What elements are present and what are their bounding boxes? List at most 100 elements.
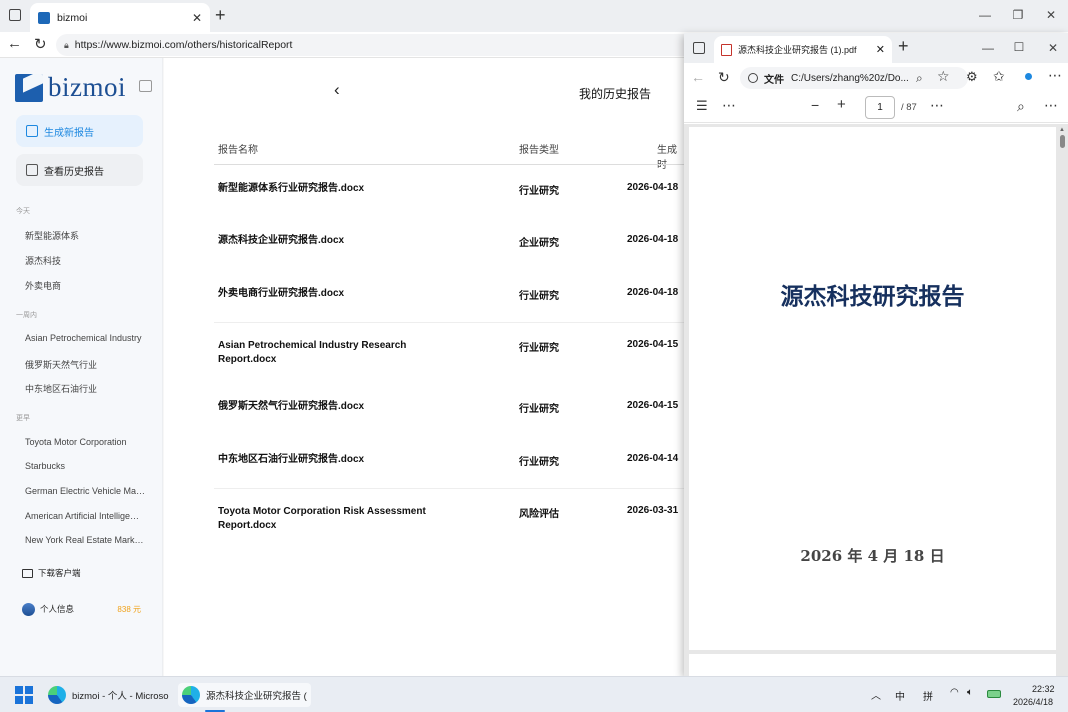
url-field[interactable]: 🔒︎ https://www.bizmoi.com/others/histori…	[56, 34, 696, 56]
history-item[interactable]: German Electric Vehicle Ma…	[25, 486, 147, 496]
report-name[interactable]: 俄罗斯天然气行业研究报告.docx	[218, 400, 458, 414]
close-tab-icon[interactable]: ✕	[192, 11, 202, 25]
zoom-in-icon[interactable]: +	[837, 96, 846, 113]
report-type: 行业研究	[519, 291, 559, 302]
report-name[interactable]: Toyota Motor Corporation Risk Assessment…	[218, 505, 443, 533]
table-row[interactable]: 俄罗斯天然气行业研究报告.docx 行业研究 2026-04-15	[214, 394, 684, 434]
bizmoi-logo[interactable]: bizmoi	[15, 72, 126, 103]
start-icon[interactable]	[15, 686, 33, 704]
ime-mode[interactable]: 中	[895, 688, 905, 703]
search-icon[interactable]: ⌕	[1017, 98, 1025, 115]
table-row[interactable]: 外卖电商行业研究报告.docx 行业研究 2026-04-18	[214, 281, 684, 321]
history-item[interactable]: Asian Petrochemical Industry	[25, 333, 147, 343]
column-header-type: 报告类型	[519, 145, 559, 156]
back-arrow-icon[interactable]: ←	[7, 35, 22, 52]
workspaces-icon[interactable]	[693, 42, 705, 54]
pdf-file-icon	[721, 43, 732, 56]
zoom-icon[interactable]: ⌕	[916, 71, 923, 86]
copilot-icon[interactable]	[1025, 73, 1032, 80]
report-date: 2026-04-18	[627, 234, 679, 245]
show-hidden-icons-icon[interactable]: ︿	[871, 687, 881, 702]
favorite-star-icon[interactable]: ☆	[937, 68, 950, 85]
pdf-url-field[interactable]: 文件 C:/Users/zhang%20z/Do...	[740, 67, 968, 89]
wifi-icon[interactable]: ◠	[950, 687, 959, 698]
close-window-icon[interactable]: ✕	[1038, 41, 1068, 55]
settings-more-icon[interactable]: ⋯	[1044, 97, 1058, 114]
history-item[interactable]: 源杰科技	[25, 254, 147, 267]
monitor-icon	[22, 568, 33, 578]
scroll-thumb[interactable]	[1059, 135, 1065, 148]
profile-button[interactable]: 个人信息 838 元	[16, 594, 147, 624]
table-row[interactable]: 源杰科技企业研究报告.docx 企业研究 2026-04-18	[214, 228, 684, 268]
minimize-icon[interactable]: —	[973, 41, 1003, 55]
report-type: 行业研究	[519, 343, 559, 354]
contents-list-icon[interactable]: ☰	[696, 98, 708, 114]
maximize-icon[interactable]: ☐	[1004, 40, 1034, 54]
ime-pinyin[interactable]: 拼	[923, 688, 933, 703]
close-window-icon[interactable]: ✕	[1036, 8, 1066, 22]
report-name[interactable]: 外卖电商行业研究报告.docx	[218, 287, 458, 301]
workspaces-icon[interactable]	[9, 9, 21, 21]
sidebar: bizmoi 生成新报告 查看历史报告 今天 新型能源体系 源杰科技 外卖电商 …	[0, 58, 163, 676]
history-item[interactable]: 外卖电商	[25, 279, 147, 292]
zoom-out-icon[interactable]: −	[811, 97, 819, 113]
profile-label: 个人信息	[40, 604, 75, 614]
history-report-button[interactable]: 查看历史报告	[16, 154, 143, 186]
report-type: 风险评估	[519, 509, 559, 520]
history-item[interactable]: 中东地区石油行业	[25, 382, 147, 395]
report-name[interactable]: Asian Petrochemical Industry Research Re…	[218, 339, 433, 367]
volume-icon[interactable]: 🔈︎	[967, 687, 973, 698]
table-row[interactable]: 中东地区石油行业研究报告.docx 行业研究 2026-04-14	[214, 447, 684, 487]
new-tab-icon[interactable]: +	[215, 5, 226, 26]
back-chevron-icon[interactable]: ‹	[334, 80, 340, 100]
refresh-icon[interactable]: ↻	[34, 35, 47, 53]
table-row[interactable]: 新型能源体系行业研究报告.docx 行业研究 2026-04-18	[214, 176, 684, 216]
new-tab-icon[interactable]: +	[898, 36, 909, 57]
taskbar-app-bizmoi[interactable]: bizmoi - 个人 - Microso	[48, 683, 169, 707]
history-item[interactable]: American Artificial Intellige…	[25, 511, 147, 521]
page-options-icon[interactable]: ⋯	[930, 97, 944, 114]
section-label-week: 一周内	[16, 312, 37, 319]
document-date: 2026 年 4 月 18 日	[800, 547, 945, 565]
minimize-icon[interactable]: —	[970, 8, 1000, 22]
restore-icon[interactable]: ❐	[1003, 8, 1033, 22]
battery-icon[interactable]	[987, 690, 1001, 698]
history-report-icon	[26, 164, 38, 176]
history-item[interactable]: Starbucks	[25, 461, 147, 471]
pdf-tab-title: 源杰科技企业研究报告 (1).pdf	[738, 45, 857, 55]
favorites-icon[interactable]: ✩	[993, 68, 1005, 85]
taskbar-app-label: 源杰科技企业研究报告 (	[206, 691, 307, 702]
history-item[interactable]: Toyota Motor Corporation	[25, 437, 147, 447]
download-client-button[interactable]: 下载客户端	[16, 558, 147, 588]
report-name[interactable]: 源杰科技企业研究报告.docx	[218, 234, 458, 248]
scroll-up-icon[interactable]: ▲	[1058, 127, 1066, 133]
pdf-document-view[interactable]: 源杰科技研究报告 2026 年 4 月 18 日 ▲	[684, 124, 1068, 684]
taskbar-app-pdf[interactable]: 源杰科技企业研究报告 (	[178, 683, 311, 707]
table-row[interactable]: Toyota Motor Corporation Risk Assessment…	[214, 499, 684, 543]
close-tab-icon[interactable]: ✕	[876, 43, 885, 56]
report-date: 2026-04-15	[627, 339, 679, 350]
clock-time[interactable]: 22:32	[1032, 684, 1055, 694]
clock-date[interactable]: 2026/4/18	[1013, 697, 1053, 707]
tab-bizmoi[interactable]: bizmoi ✕	[30, 3, 210, 32]
report-date: 2026-04-15	[627, 400, 679, 411]
new-report-button[interactable]: 生成新报告	[16, 115, 143, 147]
table-row[interactable]: Asian Petrochemical Industry Research Re…	[214, 333, 684, 377]
refresh-icon[interactable]: ↻	[718, 69, 730, 86]
report-name[interactable]: 新型能源体系行业研究报告.docx	[218, 182, 458, 196]
page-total: / 87	[901, 102, 917, 113]
history-item[interactable]: New York Real Estate Market…	[25, 535, 147, 544]
new-report-label: 生成新报告	[44, 127, 94, 139]
tab-pdf[interactable]: 源杰科技企业研究报告 (1).pdf ✕	[714, 36, 892, 63]
vertical-scrollbar[interactable]: ▲	[1058, 127, 1066, 647]
history-item[interactable]: 新型能源体系	[25, 229, 147, 242]
file-path: C:/Users/zhang%20z/Do...	[791, 72, 909, 84]
history-item[interactable]: 俄罗斯天然气行业	[25, 358, 147, 371]
back-arrow-icon[interactable]: ←	[691, 69, 705, 85]
more-tools-icon[interactable]: ⋯	[722, 97, 736, 114]
more-options-icon[interactable]: ⋯	[1048, 67, 1062, 84]
extensions-icon[interactable]: ⚙︎	[966, 69, 978, 85]
page-number-input[interactable]: 1	[865, 96, 895, 119]
collapse-sidebar-icon[interactable]	[139, 80, 152, 92]
report-name[interactable]: 中东地区石油行业研究报告.docx	[218, 453, 458, 467]
